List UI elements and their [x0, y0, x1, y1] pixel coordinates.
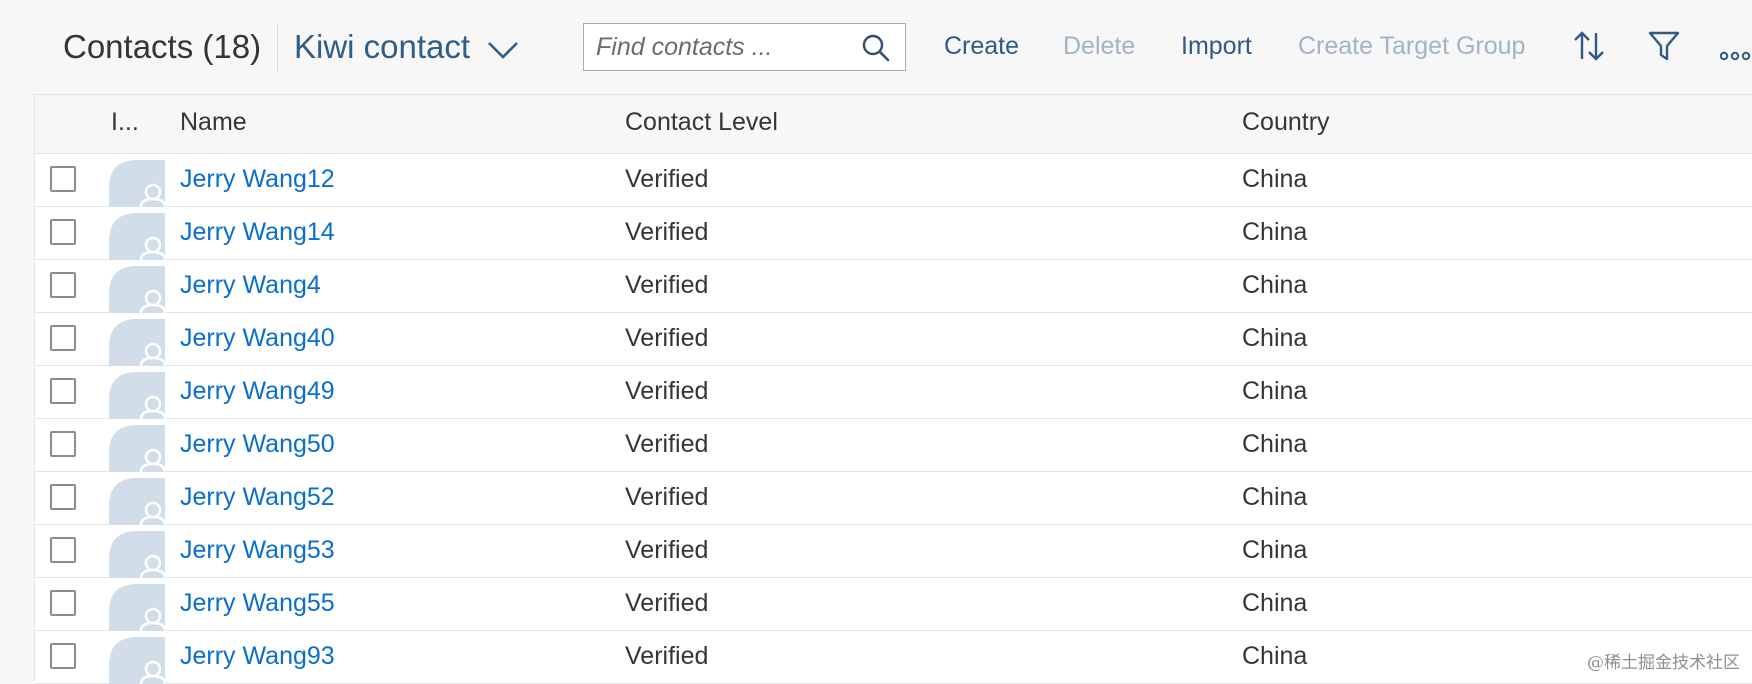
page-title: Contacts (18) — [63, 28, 262, 65]
contact-country: China — [1242, 589, 1308, 617]
contact-name-link[interactable]: Jerry Wang53 — [180, 536, 335, 565]
contact-country: China — [1242, 218, 1308, 246]
import-button[interactable]: Import — [1181, 32, 1252, 61]
table-row[interactable]: Jerry Wang40 Verified China — [35, 313, 1752, 366]
contact-level: Verified — [625, 430, 709, 458]
contact-name-link[interactable]: Jerry Wang52 — [180, 483, 335, 512]
column-header-name[interactable]: Name — [180, 108, 247, 137]
avatar-placeholder-icon — [109, 584, 165, 631]
filter-icon[interactable] — [1646, 28, 1682, 64]
contact-level: Verified — [625, 165, 709, 193]
row-checkbox[interactable] — [50, 643, 76, 669]
table-row[interactable]: Jerry Wang49 Verified China — [35, 366, 1752, 419]
row-checkbox[interactable] — [50, 431, 76, 457]
avatar-placeholder-icon — [109, 266, 165, 313]
search-input[interactable] — [596, 24, 846, 70]
contact-country: China — [1242, 430, 1308, 458]
contact-level: Verified — [625, 642, 709, 670]
table-row[interactable]: Jerry Wang12 Verified China — [35, 154, 1752, 207]
sort-icon[interactable] — [1571, 28, 1607, 64]
table-row[interactable]: Jerry Wang50 Verified China — [35, 419, 1752, 472]
contact-level: Verified — [625, 218, 709, 246]
contact-name-link[interactable]: Jerry Wang93 — [180, 642, 335, 671]
contact-name-link[interactable]: Jerry Wang12 — [180, 165, 335, 194]
row-checkbox[interactable] — [50, 219, 76, 245]
create-target-group-button[interactable]: Create Target Group — [1298, 32, 1525, 61]
overflow-icon[interactable] — [1718, 28, 1752, 64]
table-row[interactable]: Jerry Wang93 Verified China — [35, 631, 1752, 684]
avatar-placeholder-icon — [109, 372, 165, 419]
contact-name-link[interactable]: Jerry Wang4 — [180, 271, 321, 300]
watermark: @稀土掘金技术社区 — [1587, 653, 1740, 673]
variant-selector[interactable]: Kiwi contact — [294, 28, 470, 66]
table-row[interactable]: Jerry Wang53 Verified China — [35, 525, 1752, 578]
contact-country: China — [1242, 324, 1308, 352]
chevron-down-icon[interactable] — [486, 38, 520, 62]
delete-button[interactable]: Delete — [1063, 32, 1135, 61]
row-checkbox[interactable] — [50, 272, 76, 298]
avatar-placeholder-icon — [109, 319, 165, 366]
toolbar: Contacts (18) Kiwi contact Create Delete… — [0, 0, 1752, 94]
contact-level: Verified — [625, 377, 709, 405]
search-icon[interactable] — [861, 33, 891, 63]
create-button[interactable]: Create — [944, 32, 1019, 61]
contact-country: China — [1242, 642, 1308, 670]
contact-country: China — [1242, 536, 1308, 564]
avatar-placeholder-icon — [109, 160, 165, 207]
contacts-table: I... Name Contact Level Country Jerry Wa… — [34, 94, 1752, 684]
contact-level: Verified — [625, 536, 709, 564]
column-header-country[interactable]: Country — [1242, 108, 1330, 137]
table-header: I... Name Contact Level Country — [35, 94, 1752, 154]
avatar-placeholder-icon — [109, 478, 165, 525]
row-checkbox[interactable] — [50, 325, 76, 351]
contact-level: Verified — [625, 271, 709, 299]
title-divider — [277, 25, 278, 71]
contact-level: Verified — [625, 589, 709, 617]
table-body: Jerry Wang12 Verified China Jerry Wang14… — [35, 154, 1752, 684]
contact-country: China — [1242, 271, 1308, 299]
table-row[interactable]: Jerry Wang55 Verified China — [35, 578, 1752, 631]
avatar-placeholder-icon — [109, 425, 165, 472]
row-checkbox[interactable] — [50, 590, 76, 616]
avatar-placeholder-icon — [109, 531, 165, 578]
contact-level: Verified — [625, 483, 709, 511]
column-header-contact-level[interactable]: Contact Level — [625, 108, 778, 137]
table-row[interactable]: Jerry Wang4 Verified China — [35, 260, 1752, 313]
contact-level: Verified — [625, 324, 709, 352]
table-row[interactable]: Jerry Wang52 Verified China — [35, 472, 1752, 525]
contact-name-link[interactable]: Jerry Wang14 — [180, 218, 335, 247]
row-checkbox[interactable] — [50, 378, 76, 404]
avatar-placeholder-icon — [109, 213, 165, 260]
row-checkbox[interactable] — [50, 166, 76, 192]
contact-name-link[interactable]: Jerry Wang49 — [180, 377, 335, 406]
contact-name-link[interactable]: Jerry Wang50 — [180, 430, 335, 459]
contact-name-link[interactable]: Jerry Wang55 — [180, 589, 335, 618]
contact-name-link[interactable]: Jerry Wang40 — [180, 324, 335, 353]
contact-country: China — [1242, 377, 1308, 405]
search-field[interactable] — [583, 23, 906, 71]
table-row[interactable]: Jerry Wang14 Verified China — [35, 207, 1752, 260]
column-header-image[interactable]: I... — [111, 108, 139, 137]
avatar-placeholder-icon — [109, 637, 165, 684]
contact-country: China — [1242, 165, 1308, 193]
row-checkbox[interactable] — [50, 484, 76, 510]
contact-country: China — [1242, 483, 1308, 511]
row-checkbox[interactable] — [50, 537, 76, 563]
